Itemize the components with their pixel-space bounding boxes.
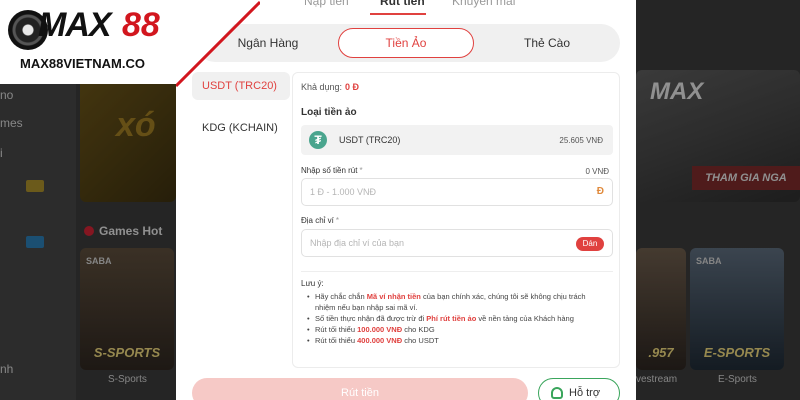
crypto-item-kdg[interactable]: KDG (KCHAIN) bbox=[192, 114, 290, 142]
tab-scratch-card[interactable]: Thẻ Cào bbox=[480, 28, 614, 58]
notes-list: Hãy chắc chắn Mã ví nhận tiền của bạn ch… bbox=[307, 291, 607, 346]
tether-icon: ₮ bbox=[309, 131, 327, 149]
notes-title: Lưu ý: bbox=[301, 279, 324, 288]
tab-crypto[interactable]: Tiền Ảo bbox=[338, 28, 474, 58]
active-tab-indicator bbox=[370, 13, 426, 15]
logo-text: MAX bbox=[38, 6, 112, 44]
wallet-address-input[interactable] bbox=[310, 230, 570, 256]
amount-field: Đ bbox=[301, 178, 613, 206]
withdraw-submit-button[interactable]: Rút tiền bbox=[192, 378, 528, 400]
available-balance: Khả dụng: 0 Đ bbox=[301, 82, 360, 92]
logo-divider-stroke bbox=[176, 0, 260, 88]
support-button[interactable]: Hỗ trợ bbox=[538, 378, 620, 400]
amount-input[interactable] bbox=[310, 179, 570, 205]
site-domain: MAX88VIETNAM.CO bbox=[20, 56, 145, 71]
available-amount: 0 Đ bbox=[345, 82, 360, 92]
coin-type-label: Loại tiền ảo bbox=[301, 107, 357, 118]
note-item: Số tiền thực nhận đã được trừ đi Phí rút… bbox=[307, 313, 607, 324]
note-item: Hãy chắc chắn Mã ví nhận tiền của bạn ch… bbox=[307, 291, 607, 313]
address-label: Địa chỉ ví * bbox=[301, 216, 340, 225]
amount-label: Nhập số tiền rút * bbox=[301, 166, 363, 175]
paste-button[interactable]: Dán bbox=[576, 237, 604, 251]
headset-icon bbox=[551, 387, 563, 399]
dong-currency-icon: Đ bbox=[596, 186, 604, 197]
address-field: Dán bbox=[301, 229, 613, 257]
tab-deposit[interactable]: Nạp tiền bbox=[304, 0, 349, 8]
logo-number: 88 bbox=[122, 6, 160, 44]
withdraw-form: Khả dụng: 0 Đ Loại tiền ảo ₮ USDT (TRC20)… bbox=[292, 72, 620, 368]
amount-converted: 0 VNĐ bbox=[585, 167, 609, 176]
coin-name: USDT (TRC20) bbox=[339, 135, 401, 145]
tab-promotions[interactable]: Khuyến mãi bbox=[452, 0, 515, 8]
note-item: Rút tối thiểu 100.000 VNĐ cho KDG bbox=[307, 324, 607, 335]
divider bbox=[301, 271, 613, 272]
exchange-rate: 25.605 VNĐ bbox=[559, 136, 603, 145]
tab-withdraw[interactable]: Rút tiền bbox=[380, 0, 425, 8]
note-item: Rút tối thiểu 400.000 VNĐ cho USDT bbox=[307, 335, 607, 346]
coin-selector[interactable]: ₮ USDT (TRC20) 25.605 VNĐ bbox=[301, 125, 613, 155]
